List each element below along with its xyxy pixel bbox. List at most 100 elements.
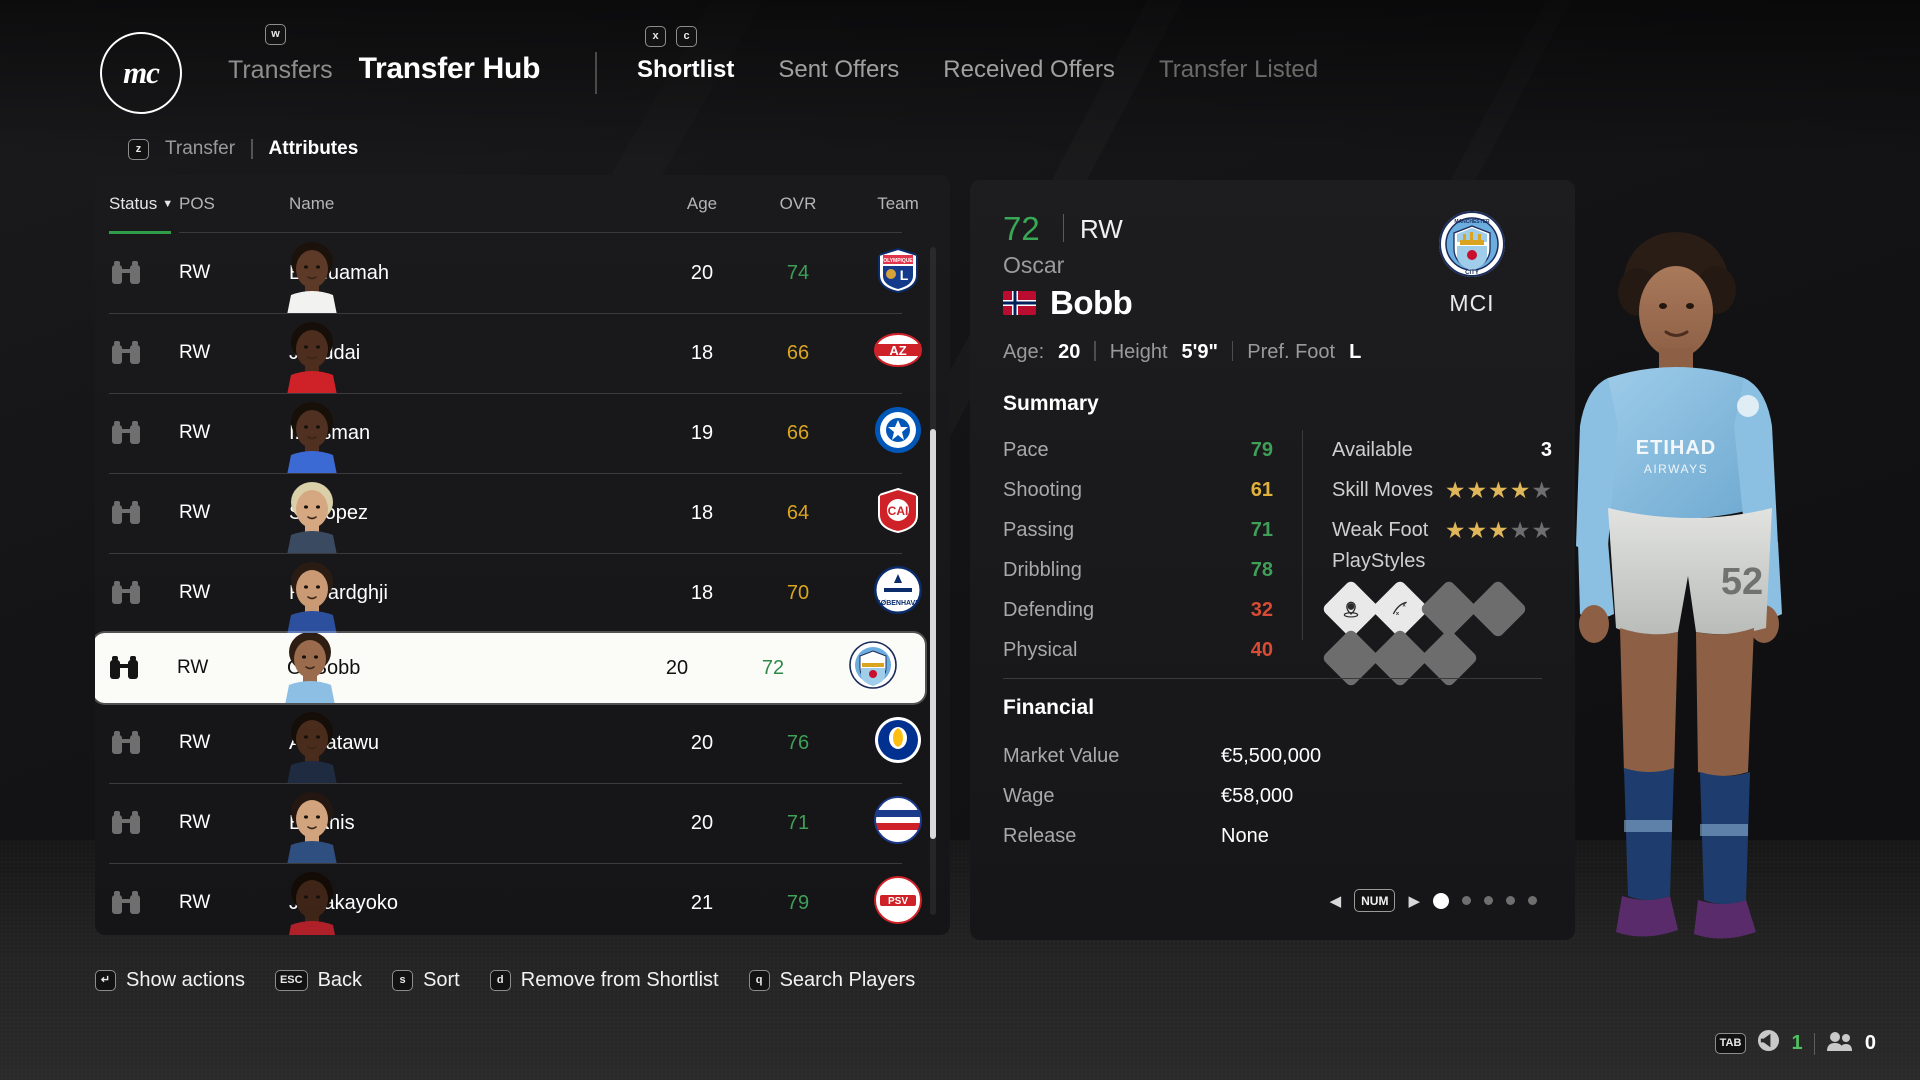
stat-label: Pace (1003, 438, 1049, 461)
row-status-icon[interactable] (95, 730, 179, 756)
tab-shortlist[interactable]: Shortlist (637, 56, 734, 84)
action-sort[interactable]: s Sort (392, 969, 460, 992)
star-icon: ★ (1488, 516, 1509, 543)
stat-row: Dribbling 78 (1003, 550, 1273, 590)
column-header-name[interactable]: Name (253, 194, 654, 214)
pager-left-arrow-icon[interactable]: ◀ (1330, 892, 1342, 910)
list-scrollbar-thumb[interactable] (930, 429, 936, 839)
key-hint-z[interactable]: z (128, 138, 149, 160)
action-back[interactable]: ESC Back (274, 969, 362, 992)
action-label: Search Players (779, 969, 916, 991)
detail-rating-divider (1063, 214, 1065, 242)
weak-foot-stars: ★ ★ ★ ★ ★ (1445, 516, 1552, 543)
pager-dot[interactable] (1462, 896, 1471, 905)
financial-value: €58,000 (1221, 784, 1294, 807)
action-show-actions[interactable]: ↵ Show actions (95, 969, 245, 992)
table-row[interactable]: RW R. Bardghji 18 70 KØBENHAVN (95, 553, 950, 633)
key-hint[interactable]: s (392, 970, 414, 991)
key-hint[interactable]: q (748, 970, 770, 991)
column-header-status[interactable]: Status ▼ (95, 194, 179, 214)
pager-dot[interactable] (1506, 896, 1515, 905)
detail-club: MANCHESTER CITY MCI (1417, 210, 1527, 317)
star-icon: ★ (1509, 516, 1531, 543)
action-bar: ↵ Show actions ESC Back s Sort d Remove from Sh… (95, 969, 915, 992)
column-header-age[interactable]: Age (654, 194, 750, 214)
shortlist-panel: Status ▼ POS Name Age OVR Team RW E. Nuam… (95, 175, 950, 935)
row-status-icon[interactable] (95, 340, 179, 366)
subtab-attributes[interactable]: Attributes (269, 138, 359, 160)
table-row[interactable]: RW J. Addai 18 66 AZ (95, 313, 950, 393)
table-row[interactable]: RW A. Fatawu 20 76 (95, 703, 950, 783)
detail-meta-row: Age: 20 Height 5'9" Pref. Foot L (1003, 338, 1361, 364)
table-row[interactable]: RW E. Nuamah 20 74 OLYMPIQUE L (95, 233, 950, 313)
pager-dot[interactable] (1484, 896, 1493, 905)
row-status-icon[interactable] (95, 580, 179, 606)
svg-text:x: x (1403, 603, 1407, 609)
row-status-icon[interactable] (95, 420, 179, 446)
column-header-team[interactable]: Team (846, 194, 950, 214)
subtab-divider (251, 139, 253, 159)
svg-text:PSV: PSV (888, 896, 908, 907)
column-header-ovr[interactable]: OVR (750, 194, 846, 214)
volume-icon[interactable] (1757, 1029, 1780, 1058)
detail-age-value: 20 (1058, 341, 1081, 363)
skill-moves-label: Skill Moves (1332, 478, 1434, 501)
key-hint-w[interactable]: w (265, 24, 286, 45)
table-row[interactable]: RW I. Osman 19 66 (95, 393, 950, 473)
player-detail-panel: 72 RW Oscar Bobb Age: 20 Height 5'9" Pre… (970, 180, 1575, 940)
row-status-icon[interactable] (95, 655, 177, 681)
star-icon: ★ (1488, 476, 1509, 503)
table-row[interactable]: RW O. Bobb 20 72 (95, 633, 925, 703)
row-status-icon[interactable] (95, 810, 179, 836)
players-icon[interactable] (1826, 1030, 1854, 1058)
pager-right-arrow-icon[interactable]: ▶ (1408, 892, 1420, 910)
binoculars-icon (112, 581, 140, 604)
action-search-players[interactable]: q Search Players (748, 969, 916, 992)
row-status-icon[interactable] (95, 890, 179, 916)
row-ovr: 71 (786, 811, 810, 834)
manchester-city-crest-icon: MANCHESTER CITY (1438, 210, 1506, 278)
row-position: RW (179, 892, 211, 913)
tab-transfer-listed[interactable]: Transfer Listed (1159, 56, 1318, 84)
stat-label: Passing (1003, 518, 1075, 541)
row-name: I. Osman (289, 421, 371, 444)
key-hint-num[interactable]: NUM (1354, 889, 1396, 912)
table-row[interactable]: RW J. Bakayoko 21 79 PSV (95, 863, 950, 935)
key-hint-tab[interactable]: TAB (1714, 1033, 1747, 1054)
financial-row: Wage €58,000 (1003, 776, 1423, 816)
subtab-transfer[interactable]: Transfer (165, 138, 235, 160)
row-team-badge (821, 641, 925, 695)
key-hint-c[interactable]: c (676, 26, 697, 47)
table-row[interactable]: RW S. López 18 64 CAI (95, 473, 950, 553)
row-status-icon[interactable] (95, 500, 179, 526)
key-hint[interactable]: ↵ (95, 970, 116, 991)
star-icon: ★ (1466, 476, 1488, 503)
pager-dot[interactable] (1528, 896, 1537, 905)
column-header-pos[interactable]: POS (179, 194, 253, 214)
star-icon: ★ (1444, 476, 1466, 503)
svg-text:ETIHAD: ETIHAD (1636, 437, 1716, 459)
financial-list: Market Value €5,500,000 Wage €58,000 Release… (1003, 736, 1423, 856)
main-tabs: Shortlist Sent Offers Received Offers Tr… (637, 56, 1318, 84)
key-hint[interactable]: ESC (274, 970, 308, 991)
key-hint-x[interactable]: x (645, 26, 666, 47)
star-icon: ★ (1466, 516, 1488, 543)
svg-text:52: 52 (1721, 561, 1763, 603)
tab-sent-offers[interactable]: Sent Offers (778, 56, 899, 84)
meta-divider-1 (1094, 341, 1096, 361)
detail-name-row: Bobb (1003, 284, 1133, 322)
status-bar: TAB 1 0 (1714, 1029, 1876, 1058)
tab-received-offers[interactable]: Received Offers (943, 56, 1115, 84)
pager-dot[interactable] (1433, 892, 1449, 909)
row-ovr: 66 (786, 341, 810, 364)
key-hint[interactable]: d (489, 970, 511, 991)
row-age: 19 (690, 421, 714, 444)
table-row[interactable]: RW Estanis 20 71 (95, 783, 950, 863)
row-name: A. Fatawu (289, 731, 380, 754)
action-remove-from-shortlist[interactable]: d Remove from Shortlist (489, 969, 719, 992)
row-status-icon[interactable] (95, 260, 179, 286)
svg-text:CAI: CAI (888, 504, 909, 518)
detail-first-name: Oscar (1003, 252, 1065, 278)
breadcrumb-parent[interactable]: Transfers (228, 56, 333, 85)
header-divider (595, 52, 597, 94)
